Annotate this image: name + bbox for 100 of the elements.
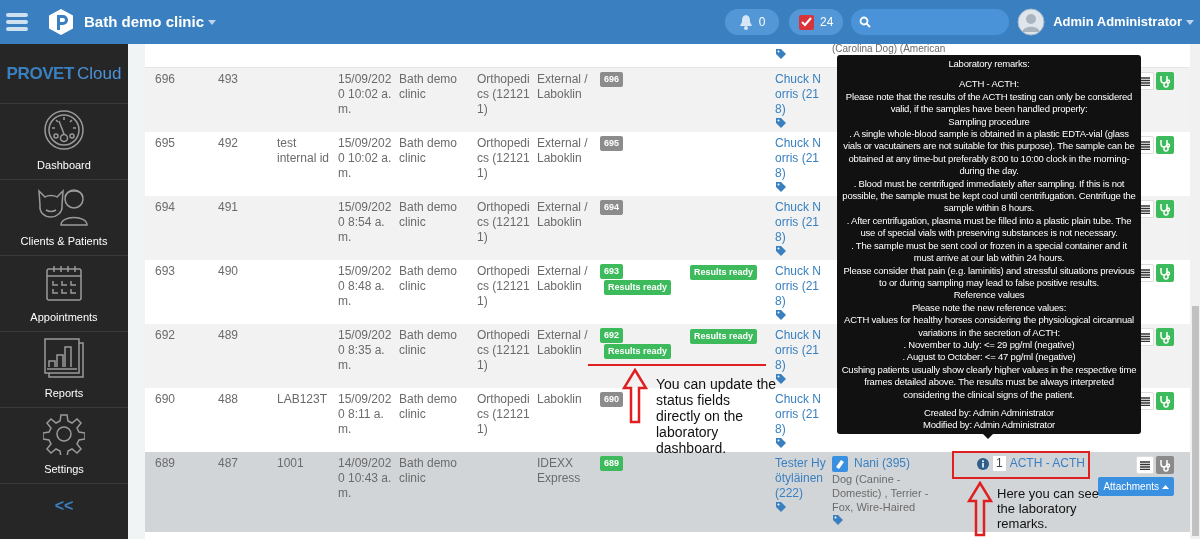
clinic-text: Bath demo clinic <box>399 200 459 230</box>
caret-icon <box>1186 19 1194 25</box>
tag-icon[interactable] <box>775 309 787 321</box>
modified-by-text: Modified by: Admin Administrator <box>922 419 1056 432</box>
patient-link[interactable]: Nani (395) <box>854 456 911 471</box>
stethoscope-icon <box>1159 394 1171 408</box>
status-label[interactable]: Results ready <box>690 329 758 344</box>
list-button[interactable] <box>1136 456 1154 474</box>
status-badge[interactable]: 689 <box>600 456 624 471</box>
id-text: 693 <box>155 264 177 279</box>
tag-icon[interactable] <box>832 514 844 526</box>
clinic-text: Bath demo clinic <box>399 72 459 102</box>
status-badge[interactable]: 694 <box>600 200 624 215</box>
search-icon <box>859 16 872 28</box>
date-text: 14/09/2020 10:43 a.m. <box>338 456 393 501</box>
annotation-text: Here you can see the laboratory remarks. <box>997 486 1100 531</box>
sidebar-item[interactable]: Reports <box>0 332 128 408</box>
remark-text: . The sample must be sent cool or frozen in a special container and it must arrive at our lab within 24 hours. <box>850 239 1128 265</box>
request-number: 493 <box>218 72 240 87</box>
owner-link[interactable]: Chuck Norris (218) <box>775 328 826 373</box>
remark-text: Please note that the results of the ACTH testing can only be considered valid, if the samples have been handled properly: <box>844 90 1134 116</box>
sidebar-item[interactable]: Settings <box>0 408 128 484</box>
logo-icon <box>48 8 74 36</box>
stethoscope-icon <box>1159 266 1171 280</box>
collapse-button[interactable]: << <box>0 484 128 528</box>
list-icon <box>1140 268 1150 278</box>
tag-icon[interactable] <box>775 245 787 257</box>
id-text: 694 <box>155 200 177 215</box>
remark-text: . Blood must be centrifuged immediately after sampling. If this is not possible, the sample must be kept cool until centrifugation. Centrifuge the sample within 8 hours. <box>841 177 1137 215</box>
clinic-text: Bath demo clinic <box>399 136 459 166</box>
search-field[interactable] <box>851 9 1010 35</box>
tag-icon[interactable] <box>775 181 787 193</box>
settings-icon <box>43 412 85 455</box>
status-label[interactable]: Results ready <box>604 344 672 359</box>
list-icon <box>1140 460 1150 470</box>
remark-text: Please note the new reference values: <box>910 301 1068 315</box>
owner-link[interactable]: Chuck Norris (218) <box>775 136 826 181</box>
status-badge[interactable]: 695 <box>600 136 624 151</box>
remark-text: ACTH values for healthy horses considering the physiological circannual variations in the secretion of ACTH: <box>843 314 1135 339</box>
date-text: 15/09/2020 10:02 a.m. <box>338 136 393 181</box>
clinic-dropdown[interactable]: Bath demo clinic <box>84 10 217 34</box>
date-text: 15/09/2020 8:54 a.m. <box>338 200 393 245</box>
owner-link[interactable]: Tester Hyötyläinen (222) <box>775 456 826 501</box>
menu-icon[interactable] <box>6 12 28 32</box>
status-badge[interactable]: 696 <box>600 72 624 87</box>
sidebar-item[interactable]: Appointments <box>0 256 128 332</box>
request-number: 490 <box>218 264 240 279</box>
owner-link[interactable]: Chuck Norris (218) <box>775 72 826 117</box>
caret-icon <box>208 19 217 25</box>
status-badge[interactable]: 692 <box>600 328 624 343</box>
tag-icon[interactable] <box>775 117 787 129</box>
remark-text: . August to October: <= 47 pg/ml (negative) <box>901 351 1077 364</box>
status-label[interactable]: Results ready <box>604 280 672 295</box>
remark-text: Cushing patients usually show clearly higher values in the respective time frames detailed above. The results must be always interpreted considering the clinical signs of the patient. <box>841 363 1137 401</box>
clinic-text: Bath demo clinic <box>399 264 459 294</box>
stethoscope-icon <box>1159 202 1171 216</box>
notifications-button[interactable]: 0 <box>725 9 780 35</box>
status-badge[interactable]: 693 <box>600 264 624 279</box>
department-text: Orthopedics (121211) <box>477 392 531 437</box>
bar-chart-icon <box>43 336 85 379</box>
tasks-button[interactable]: 24 <box>789 9 844 35</box>
stethoscope-icon <box>1159 138 1171 152</box>
owner-link[interactable]: Chuck Norris (218) <box>775 264 826 309</box>
tag-icon[interactable] <box>775 48 787 60</box>
id-text: 689 <box>155 456 177 471</box>
status-badge[interactable]: 690 <box>600 392 624 407</box>
callout-arrow <box>622 368 648 424</box>
date-text: 15/09/2020 8:48 a.m. <box>338 264 393 309</box>
breed-text: (Carolina Dog) (American <box>832 44 947 54</box>
laboratory-text: External / Laboklin <box>537 136 589 166</box>
stethoscope-icon <box>1159 330 1171 344</box>
remark-text: . A single whole-blood sample is obtained in a plastic EDTA-vial (glass vials or vacutainers are not suitable for this purpose). The sample can be obtained at any time-but preferably 8:00 to 10:00 clock in the morning-during the day. <box>842 128 1136 178</box>
date-text: 15/09/2020 8:35 a.m. <box>338 328 393 373</box>
checklist-icon <box>799 14 814 30</box>
attachments-button[interactable]: Attachments <box>1098 477 1174 496</box>
department-text: Orthopedics (121211) <box>477 200 531 245</box>
tag-icon[interactable] <box>775 437 787 449</box>
request-number: 491 <box>218 200 240 215</box>
scrollbar-thumb[interactable] <box>1192 306 1199 536</box>
owner-link[interactable]: Chuck Norris (218) <box>775 200 826 245</box>
tag-icon[interactable] <box>775 501 787 513</box>
id-text: 690 <box>155 392 177 407</box>
sidebar-item[interactable]: Dashboard <box>0 104 128 180</box>
info-icon[interactable] <box>977 458 989 470</box>
stethoscope-icon <box>1159 458 1171 472</box>
remark-text: Sampling procedure <box>947 115 1031 129</box>
date-text: 15/09/2020 8:11 a.m. <box>338 392 393 437</box>
stethoscope-icon <box>1159 74 1171 88</box>
owner-link[interactable]: Chuck Norris (218) <box>775 392 826 437</box>
user-menu[interactable]: Admin Administrator <box>1053 12 1194 32</box>
sidebar-item[interactable]: Clients & Patients <box>0 180 128 256</box>
laboratory-text: External / Laboklin <box>537 328 589 358</box>
caret-icon <box>1162 484 1169 489</box>
status-label[interactable]: Results ready <box>690 265 758 280</box>
laboratory-text: External / Laboklin <box>537 200 589 230</box>
avatar-icon <box>1017 8 1046 36</box>
clinic-text: Bath demo clinic <box>399 328 459 358</box>
clinic-text: Bath demo clinic <box>399 392 459 422</box>
tag-icon[interactable] <box>775 373 787 385</box>
test-link[interactable]: ACTH - ACTH <box>1009 456 1086 471</box>
